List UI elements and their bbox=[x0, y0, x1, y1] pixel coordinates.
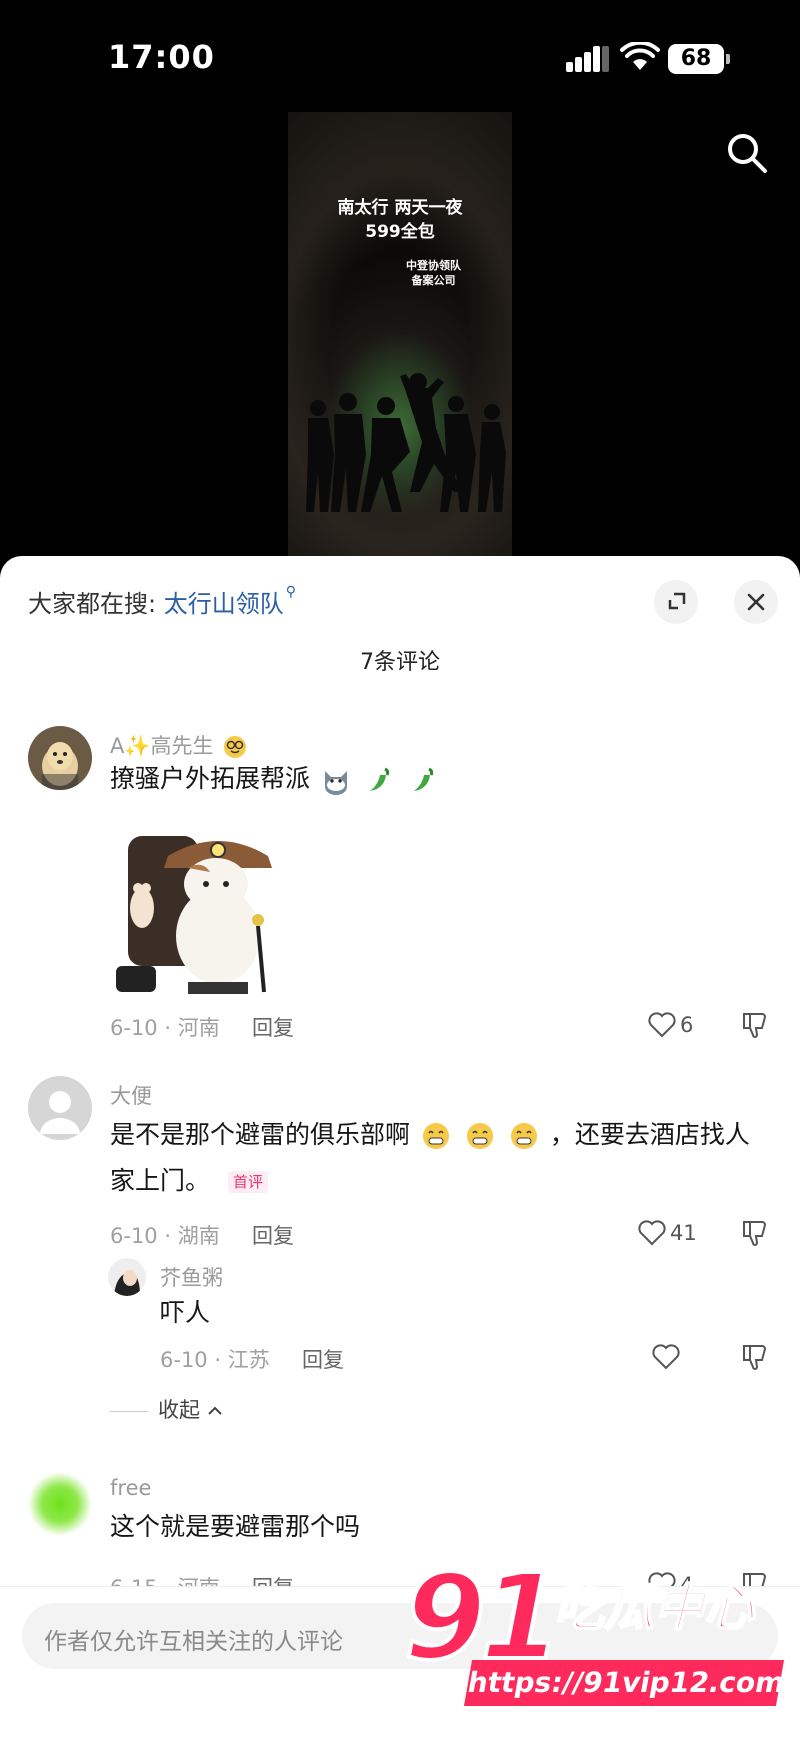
reply-avatar[interactable] bbox=[108, 1258, 146, 1296]
comment-meta: 6-10 · 湖南 bbox=[110, 1224, 220, 1248]
watermark-logo: 91 吃瓜中心 https://91vip12.com bbox=[402, 1550, 794, 1728]
video-tag-line2: 备案公司 bbox=[411, 274, 456, 287]
status-bar: 17:00 68 bbox=[0, 0, 800, 110]
close-icon bbox=[747, 593, 765, 611]
reply-avatar-image bbox=[108, 1258, 146, 1296]
reply-button[interactable]: 回复 bbox=[252, 1012, 294, 1042]
signal-icon bbox=[566, 46, 609, 72]
reply-text: 吓人 bbox=[160, 1298, 211, 1327]
search-icon[interactable] bbox=[724, 130, 770, 176]
collapse-label: 收起 bbox=[158, 1398, 200, 1422]
comment-author[interactable]: free bbox=[110, 1476, 151, 1500]
dislike-icon[interactable] bbox=[740, 1010, 770, 1040]
dog-avatar bbox=[28, 726, 92, 790]
avatar[interactable] bbox=[28, 726, 92, 790]
video-thumbnail[interactable]: 南太行 两天一夜 599全包 中登协领队 备案公司 bbox=[288, 112, 512, 560]
comment-item: A✨高先生 撩骚户外拓展帮派 6-10 · 河南 回复 6 bbox=[0, 726, 800, 1040]
reply-button[interactable]: 回复 bbox=[302, 1344, 344, 1374]
video-title-line1: 南太行 两天一夜 bbox=[337, 198, 463, 218]
comment-count: 7条评论 bbox=[360, 650, 440, 675]
reply-meta: 6-10 · 江苏 bbox=[160, 1348, 270, 1372]
reply-author[interactable]: 芥鱼粥 bbox=[160, 1262, 223, 1292]
video-title-line2: 599全包 bbox=[365, 222, 435, 242]
heart-icon bbox=[638, 1220, 666, 1246]
video-tag-line1: 中登协领队 bbox=[406, 259, 461, 272]
search-small-icon: ⚲ bbox=[285, 584, 296, 600]
hikers-silhouette bbox=[306, 373, 506, 512]
hot-search-keyword[interactable]: 太行山领队 bbox=[164, 590, 284, 618]
comment-input-placeholder: 作者仅允许互相关注的人评论 bbox=[44, 1629, 343, 1655]
comment-item: 大便 是不是那个避雷的俱乐部啊 ，还要去酒店找人 家上门。 首评 6-10 · … bbox=[0, 1076, 800, 1422]
expand-icon bbox=[668, 592, 686, 610]
first-comment-badge: 首评 bbox=[227, 1171, 268, 1193]
status-time: 17:00 bbox=[108, 38, 215, 76]
comment-text: 撩骚户外拓展帮派 bbox=[110, 756, 442, 802]
like-count: 6 bbox=[680, 1013, 694, 1037]
comment-author[interactable]: 大便 bbox=[110, 1080, 152, 1110]
grin-emoji bbox=[422, 1123, 449, 1149]
close-button[interactable] bbox=[734, 580, 778, 624]
like-button[interactable]: 6 bbox=[648, 1010, 693, 1040]
video-title: 南太行 两天一夜 599全包 bbox=[288, 196, 512, 244]
green-avatar bbox=[28, 1472, 92, 1536]
battery-icon: 68 bbox=[668, 44, 730, 74]
heart-icon[interactable] bbox=[652, 1344, 680, 1370]
watermark-url: https://91vip12.com bbox=[463, 1660, 788, 1706]
collapse-divider bbox=[110, 1410, 148, 1412]
grin-emoji bbox=[510, 1123, 537, 1149]
video-area[interactable]: 南太行 两天一夜 599全包 中登协领队 备案公司 bbox=[0, 110, 800, 560]
reply-button[interactable]: 回复 bbox=[252, 1220, 294, 1250]
chili-emoji bbox=[413, 767, 434, 791]
video-tag: 中登协领队 备案公司 bbox=[406, 258, 461, 288]
hot-search[interactable]: 大家都在搜: 太行山领队 ⚲ bbox=[28, 584, 296, 619]
hot-search-separator: : bbox=[148, 590, 157, 618]
heart-icon bbox=[648, 1012, 676, 1038]
chevron-up-icon bbox=[207, 1406, 222, 1415]
expand-button[interactable] bbox=[654, 580, 698, 624]
collapse-replies-button[interactable]: 收起 bbox=[110, 1394, 223, 1424]
husky-face-emoji bbox=[324, 771, 347, 795]
hot-search-label: 大家都在搜 bbox=[28, 590, 148, 618]
dislike-icon[interactable] bbox=[740, 1342, 770, 1372]
avatar[interactable] bbox=[28, 1076, 92, 1140]
dislike-icon[interactable] bbox=[740, 1218, 770, 1248]
grin-emoji bbox=[466, 1123, 493, 1149]
watermark-text: 吃瓜中心 bbox=[553, 1578, 755, 1638]
chili-emoji bbox=[369, 767, 390, 791]
avatar[interactable] bbox=[28, 1472, 92, 1536]
default-avatar bbox=[28, 1076, 92, 1140]
comment-text: 这个就是要避雷那个吗 bbox=[110, 1512, 361, 1541]
comment-meta: 6-10 · 河南 bbox=[110, 1016, 220, 1040]
like-count: 41 bbox=[670, 1221, 697, 1245]
cat-hiker-sticker[interactable] bbox=[108, 816, 286, 998]
wifi-icon bbox=[620, 42, 660, 70]
like-button[interactable]: 41 bbox=[638, 1218, 697, 1248]
comment-text: 是不是那个避雷的俱乐部啊 ，还要去酒店找人 家上门。 首评 bbox=[110, 1120, 750, 1195]
sheet-header: 大家都在搜: 太行山领队 ⚲ 7条评论 bbox=[0, 556, 800, 686]
